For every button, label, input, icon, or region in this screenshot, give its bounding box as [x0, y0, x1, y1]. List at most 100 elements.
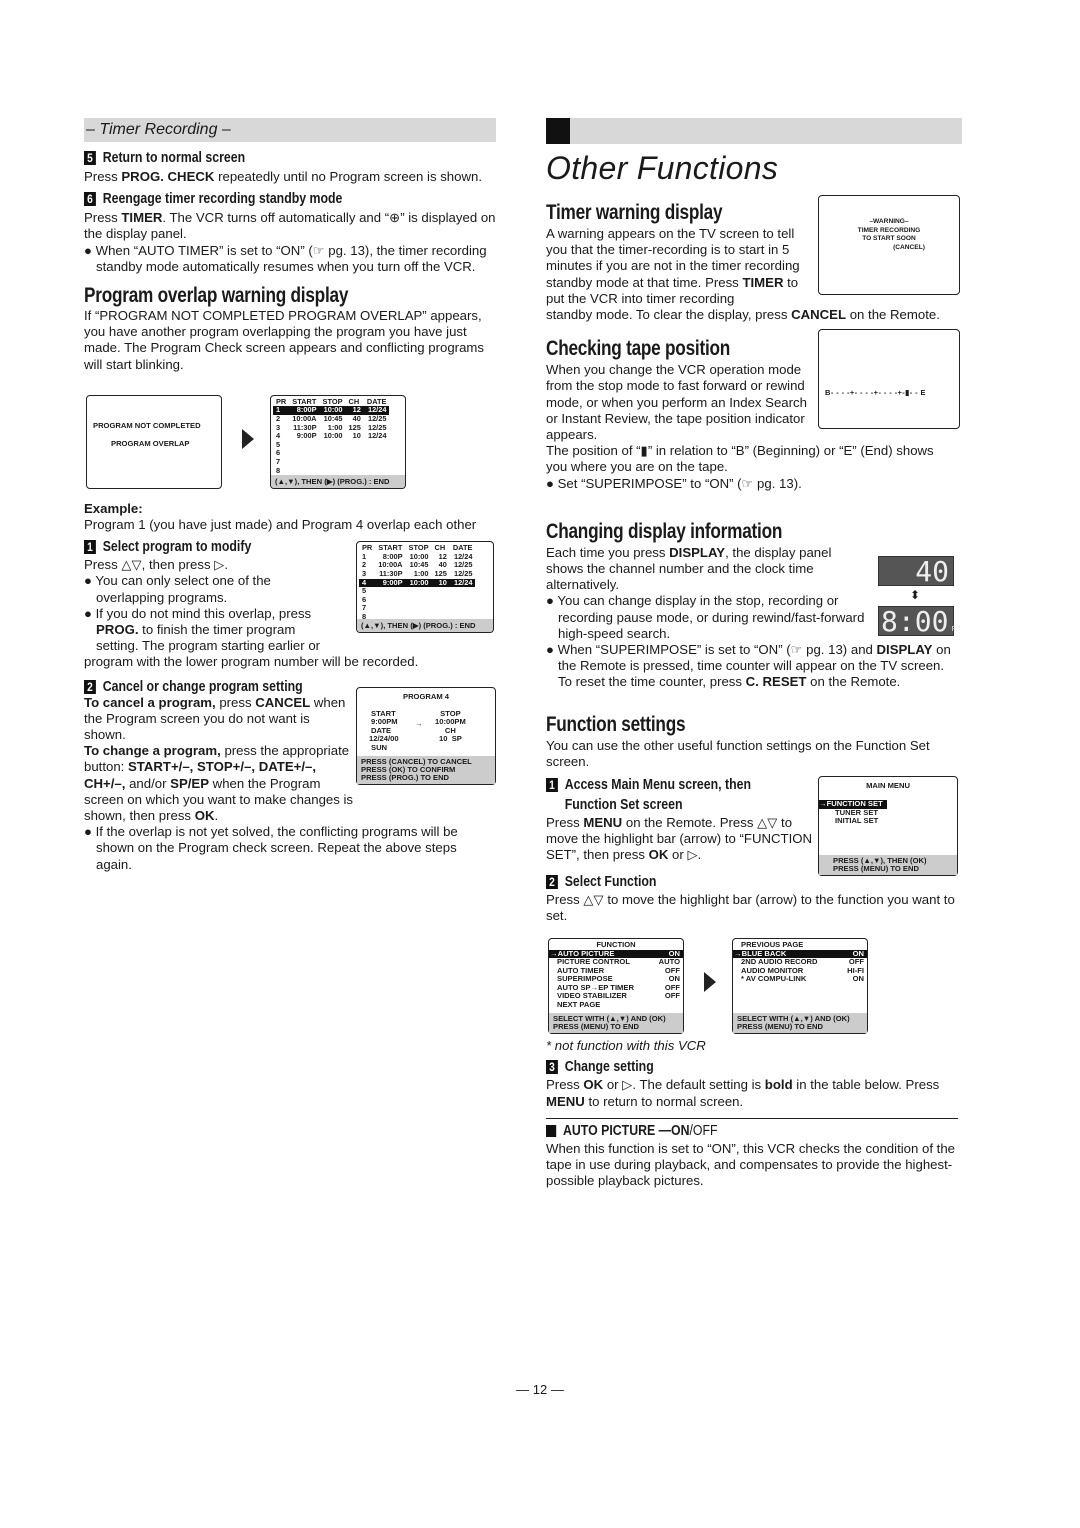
table-cell	[346, 449, 364, 458]
table-cell	[320, 449, 346, 458]
menu-item-label: NEXT PAGE	[557, 999, 601, 1009]
table-cell	[450, 604, 476, 613]
step-title: Select Function	[564, 873, 657, 890]
step1-continuation: program with the lower program number wi…	[84, 654, 419, 670]
table-cell	[364, 458, 390, 467]
step-title: Reengage timer recording standby mode	[102, 191, 343, 208]
left-column: – Timer Recording – 5 Return to normal sc…	[84, 118, 496, 873]
overlap-figure: PROGRAM NOT COMPLETED PROGRAM OVERLAP PR…	[84, 387, 496, 497]
chapter-marker	[546, 118, 570, 144]
table-cell	[432, 587, 450, 596]
table-cell	[406, 587, 432, 596]
chapter-bar	[546, 118, 962, 144]
timer-warning-section: Timer warning display A warning appears …	[546, 195, 960, 323]
arrow-right-icon	[704, 972, 716, 993]
fs-step-2: 2 Select Function Press △▽ to move the hi…	[546, 873, 955, 923]
step-number: 2	[546, 874, 558, 889]
step-title: Select program to modify	[102, 539, 252, 556]
bullet-item: ● When “AUTO TIMER” is set to “ON” (☞ pg…	[84, 242, 487, 274]
footnote: * not function with this VCR	[546, 1038, 706, 1054]
table-cell	[450, 596, 476, 605]
section-heading: Changing display information	[546, 519, 783, 543]
menu-item[interactable]: INITIAL SET	[819, 817, 957, 826]
step-title: Return to normal screen	[102, 150, 246, 166]
table-cell	[432, 596, 450, 605]
table-cell: 10	[352, 431, 361, 441]
table-cell: 12/24	[367, 431, 387, 441]
section-heading: Function settings	[546, 712, 686, 736]
overlap-section: Program overlap warning display If “PROG…	[84, 284, 496, 373]
step-number: 2	[84, 679, 96, 694]
step-number: 1	[84, 540, 96, 555]
step-number: 5	[84, 151, 96, 165]
function-screen-page1: FUNCTION →AUTO PICTURE ON PICTURE CONTROL A…	[548, 938, 684, 1035]
menu-item-value: OFF	[664, 991, 680, 1001]
table-cell: 10:00	[409, 577, 429, 587]
table-cell	[432, 604, 450, 613]
table-row: 5	[273, 440, 390, 450]
function-screen-page2: PREVIOUS PAGE →BLUE BACK ON 2ND AUDIO RECO…	[732, 938, 868, 1035]
main-menu-screen: MAIN MENU →FUNCTION SET TUNER SET INITIAL …	[818, 776, 958, 877]
menu-item[interactable]: NEXT PAGE	[549, 999, 683, 1010]
display-info-section: Changing display information Each time y…	[546, 519, 960, 690]
table-cell	[346, 458, 364, 467]
step-title: Change setting	[564, 1059, 654, 1076]
divider	[546, 1117, 958, 1119]
bullet-item: ● If the overlap is not yet solved, the …	[84, 824, 458, 872]
table-cell	[375, 587, 405, 596]
overlap-warning-screen: PROGRAM NOT COMPLETED PROGRAM OVERLAP	[86, 394, 222, 489]
example-label: Example:	[84, 500, 143, 516]
menu-item-value: ON	[852, 974, 864, 984]
table-row: 4 9:00P 10:00 10 12/24	[273, 432, 389, 441]
table-cell	[320, 441, 346, 450]
program-check-screen: PR START STOP CH DATE 1 8:00P 10:00 12 12/24 2 10:0…	[270, 394, 406, 489]
table-row: 7	[359, 604, 475, 613]
arrow-right-icon	[242, 428, 254, 449]
fs-step-1: 1 Access Main Menu screen, then Function …	[546, 776, 958, 877]
tape-position-screen: B- - - -+- - - -+- - - -+-▮- - E	[818, 329, 960, 430]
table-cell	[320, 458, 346, 467]
program-check-screen-selected: PR START STOP CH DATE 1 8:00P 10:00 12 12/24 2 10:0…	[356, 541, 494, 634]
menu-item-label: * AV COMPU-LINK	[741, 974, 807, 984]
table-cell	[289, 441, 319, 450]
auto-picture-heading: AUTO PICTURE — ON/OFF	[546, 1123, 896, 1139]
table-cell: 9:00P	[382, 577, 403, 587]
step-2: 2 Cancel or change program setting To can…	[84, 679, 496, 873]
menu-item[interactable]: * AV COMPU-LINK ON	[733, 975, 867, 984]
step-5: 5 Return to normal screen Press PROG. CHE…	[84, 150, 482, 184]
section-bar-label: – Timer Recording –	[86, 121, 231, 138]
table-cell	[364, 449, 390, 458]
function-screens-figure: FUNCTION →AUTO PICTURE ON PICTURE CONTROL A…	[546, 930, 958, 1036]
table-cell: 10:00	[323, 431, 343, 441]
table-cell	[289, 458, 319, 467]
tape-position-indicator: B- - - -+- - - -+- - - -+-▮- - E	[825, 388, 926, 398]
tape-position-section: Checking tape position When you change t…	[546, 329, 960, 492]
table-cell: 12/24	[453, 577, 473, 587]
table-cell	[375, 604, 405, 613]
square-bullet-icon	[546, 1124, 557, 1137]
table-cell: 9:00P	[296, 431, 317, 441]
table-row: 6	[273, 449, 389, 458]
step-title: Cancel or change program setting	[102, 678, 303, 695]
program-4-screen: PROGRAM 4 START 9:00PM DATE 12/24/00 SUN…	[356, 686, 496, 785]
table-cell	[406, 596, 432, 605]
section-bar: – Timer Recording –	[84, 118, 496, 142]
step-number: 1	[546, 778, 558, 793]
body-text: If “PROGRAM NOT COMPLETED PROGRAM OVERLA…	[84, 308, 484, 372]
step-number: 6	[84, 192, 96, 207]
table-cell	[450, 587, 476, 596]
example-text: Program 1 (you have just made) and Progr…	[84, 517, 477, 533]
page-number: — 12 —	[516, 1382, 564, 1397]
function-settings-section: Function settings You can use the other …	[546, 713, 958, 1190]
step-number: 3	[546, 1060, 558, 1075]
table-cell: 10	[438, 577, 447, 587]
page-title: Other Functions	[546, 150, 779, 186]
table-cell	[406, 604, 432, 613]
table-row: 5	[359, 587, 475, 596]
table-cell	[289, 449, 319, 458]
toggle-arrow-icon: ⬍	[910, 587, 921, 602]
table-cell	[364, 441, 390, 450]
table-row: 6	[359, 595, 476, 605]
timer-warning-screen: –WARNING– TIMER RECORDING TO START SOON …	[818, 195, 960, 295]
table-row: 7	[273, 457, 390, 467]
